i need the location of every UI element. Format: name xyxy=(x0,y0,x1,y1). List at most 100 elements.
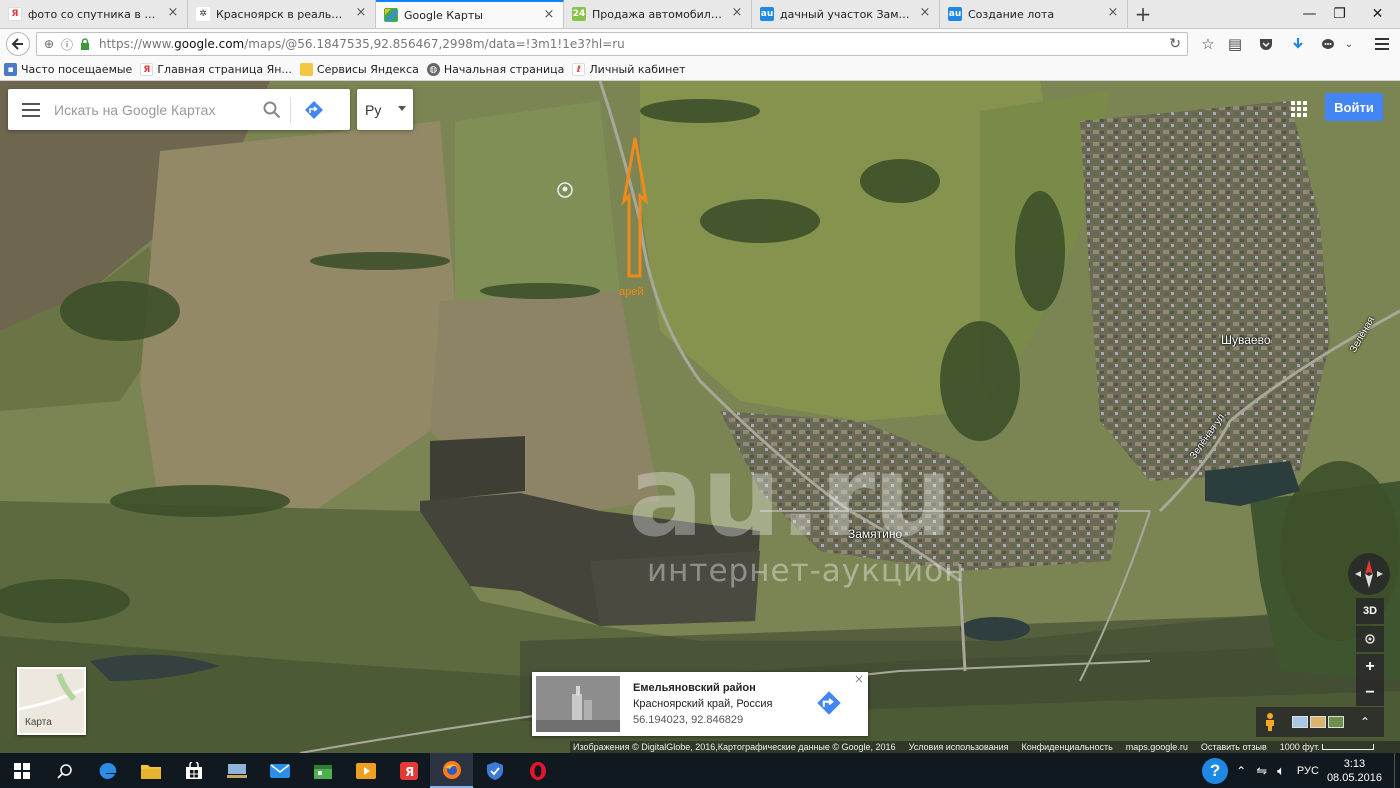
bookmark-most-visited[interactable]: ▪ Часто посещаемые xyxy=(4,63,132,76)
place-thumbnail[interactable] xyxy=(536,676,620,732)
taskbar-app-1[interactable] xyxy=(215,753,258,788)
bookmark-yandex-home[interactable]: Я Главная страница Ян... xyxy=(140,63,292,76)
chevron-up-icon[interactable]: ⌃ xyxy=(1360,715,1370,729)
tab-krasnoyarsk[interactable]: ✲ Красноярск в реальном ... × xyxy=(188,0,376,28)
tab-photo-satellite[interactable]: Я фото со спутника в реал... × xyxy=(0,0,188,28)
bookmark-start-page[interactable]: ◍ Начальная страница xyxy=(426,63,564,76)
nav-bar: ⊕ ⓘ https://www. google.com/maps/@56.1847… xyxy=(0,29,1400,59)
compass-icon xyxy=(1355,560,1383,588)
bookmark-account[interactable]: ℓ Личный кабинет xyxy=(572,63,686,76)
map-type-switcher[interactable]: Карта xyxy=(17,667,86,735)
taskbar-opera[interactable] xyxy=(516,753,559,788)
tilt-3d-button[interactable]: 3D xyxy=(1356,598,1384,624)
street-photo-icon xyxy=(536,676,620,732)
reload-icon[interactable]: ↻ xyxy=(1169,36,1181,52)
privacy-link[interactable]: Конфиденциальность xyxy=(1021,742,1112,752)
scale-bar xyxy=(1321,744,1374,750)
imagery-thumb-icon[interactable] xyxy=(1292,716,1308,728)
directions-button[interactable] xyxy=(291,89,337,130)
card-directions-button[interactable] xyxy=(814,688,844,718)
zoom-out-button[interactable]: − xyxy=(1356,680,1384,706)
close-icon[interactable]: × xyxy=(853,673,865,685)
close-icon[interactable]: × xyxy=(731,6,743,19)
new-tab-button[interactable]: + xyxy=(1128,0,1158,28)
menu-button[interactable] xyxy=(8,89,54,130)
back-button[interactable] xyxy=(6,32,30,56)
network-icon[interactable]: ⇋ xyxy=(1256,763,1267,779)
tab-title: дачный участок Замятин... xyxy=(780,7,913,21)
taskbar-app-3[interactable] xyxy=(473,753,516,788)
chevron-down-icon[interactable]: ⌄ xyxy=(1340,31,1358,57)
search-input[interactable] xyxy=(54,94,254,125)
village-label[interactable]: Шуваево xyxy=(1221,333,1271,347)
place-info-card[interactable]: Емельяновский район Красноярский край, Р… xyxy=(532,672,868,736)
close-icon[interactable]: × xyxy=(543,8,555,21)
close-window-button[interactable]: ✕ xyxy=(1355,0,1400,28)
start-button[interactable] xyxy=(0,753,43,788)
zoom-in-button[interactable]: + xyxy=(1356,654,1384,680)
search-button[interactable] xyxy=(254,89,290,130)
store-icon xyxy=(185,761,202,779)
input-language[interactable]: РУС xyxy=(1297,765,1319,777)
folder-icon xyxy=(299,63,313,76)
apps-grid-icon[interactable] xyxy=(1289,99,1309,119)
close-icon[interactable]: × xyxy=(919,6,931,19)
taskbar-app-2[interactable] xyxy=(301,753,344,788)
tab-title: Google Карты xyxy=(404,8,483,22)
taskbar-mail[interactable] xyxy=(258,753,301,788)
login-button[interactable]: Войти xyxy=(1325,93,1383,121)
imagery-thumb-icon[interactable] xyxy=(1310,716,1326,728)
place-title: Емельяновский район xyxy=(633,682,756,694)
bookmark-label: Главная страница Ян... xyxy=(157,63,292,76)
close-icon[interactable]: × xyxy=(1107,6,1119,19)
svg-text:Я: Я xyxy=(405,765,414,779)
compass-control[interactable] xyxy=(1348,553,1390,595)
language-select[interactable]: Ру xyxy=(357,89,413,130)
download-icon[interactable] xyxy=(1284,31,1312,57)
tab-create-lot[interactable]: au Создание лота × xyxy=(940,0,1128,28)
clock-time: 3:13 xyxy=(1343,757,1366,770)
tab-dacha[interactable]: au дачный участок Замятин... × xyxy=(752,0,940,28)
pegman-icon[interactable] xyxy=(1262,712,1278,732)
tab-cars[interactable]: 24 Продажа автомобилей в ... × xyxy=(564,0,752,28)
hamburger-icon xyxy=(22,102,40,117)
pocket-icon[interactable] xyxy=(1252,31,1280,57)
tab-title: фото со спутника в реал... xyxy=(28,7,161,21)
tab-google-maps[interactable]: Google Карты × xyxy=(376,0,564,28)
scale-label[interactable]: 1000 фут. xyxy=(1280,742,1320,752)
map-canvas[interactable]: арей Шуваево Замятино Зелёная ул. Зелёна… xyxy=(0,81,1400,753)
taskbar-store[interactable] xyxy=(172,753,215,788)
address-bar[interactable]: ⊕ ⓘ https://www. google.com/maps/@56.1847… xyxy=(36,32,1188,56)
my-location-button[interactable] xyxy=(1356,626,1384,652)
taskbar-media[interactable] xyxy=(344,753,387,788)
search-button[interactable] xyxy=(43,753,86,788)
taskbar-explorer[interactable] xyxy=(129,753,172,788)
bookmark-star-icon[interactable]: ☆ xyxy=(1194,31,1222,57)
bookmark-yandex-services[interactable]: Сервисы Яндекса xyxy=(299,63,419,76)
taskbar-yandex[interactable]: Я xyxy=(387,753,430,788)
hamburger-menu-icon[interactable] xyxy=(1368,31,1396,57)
place-coordinates[interactable]: 56.194023, 92.846829 xyxy=(633,714,743,726)
chevron-up-icon[interactable]: ⌃ xyxy=(1236,764,1246,778)
feedback-link[interactable]: Оставить отзыв xyxy=(1201,742,1267,752)
reading-list-icon[interactable]: ▤ xyxy=(1221,31,1249,57)
watermark-subtitle: интернет-аукцион xyxy=(647,553,966,589)
imagery-thumb-icon[interactable] xyxy=(1328,716,1344,728)
taskbar-firefox[interactable] xyxy=(430,753,473,788)
terms-link[interactable]: Условия использования xyxy=(909,742,1009,752)
info-icon[interactable]: ⓘ xyxy=(59,36,75,52)
opera-icon xyxy=(529,761,546,780)
chat-icon[interactable] xyxy=(1314,31,1342,57)
close-icon[interactable]: × xyxy=(355,6,367,19)
place-subtitle: Красноярский край, Россия xyxy=(633,698,773,710)
volume-icon[interactable]: 🔈︎ xyxy=(1277,763,1285,779)
account-icon: ℓ xyxy=(572,63,586,76)
domain-link[interactable]: maps.google.ru xyxy=(1126,742,1188,752)
taskbar-edge[interactable] xyxy=(86,753,129,788)
help-icon[interactable]: ? xyxy=(1202,757,1229,784)
close-icon[interactable]: × xyxy=(167,6,179,19)
tab-title: Продажа автомобилей в ... xyxy=(592,7,725,21)
show-desktop-button[interactable] xyxy=(1394,753,1400,788)
clock[interactable]: 3:13 08.05.2016 xyxy=(1327,757,1382,785)
bookmark-label: Часто посещаемые xyxy=(21,63,133,76)
